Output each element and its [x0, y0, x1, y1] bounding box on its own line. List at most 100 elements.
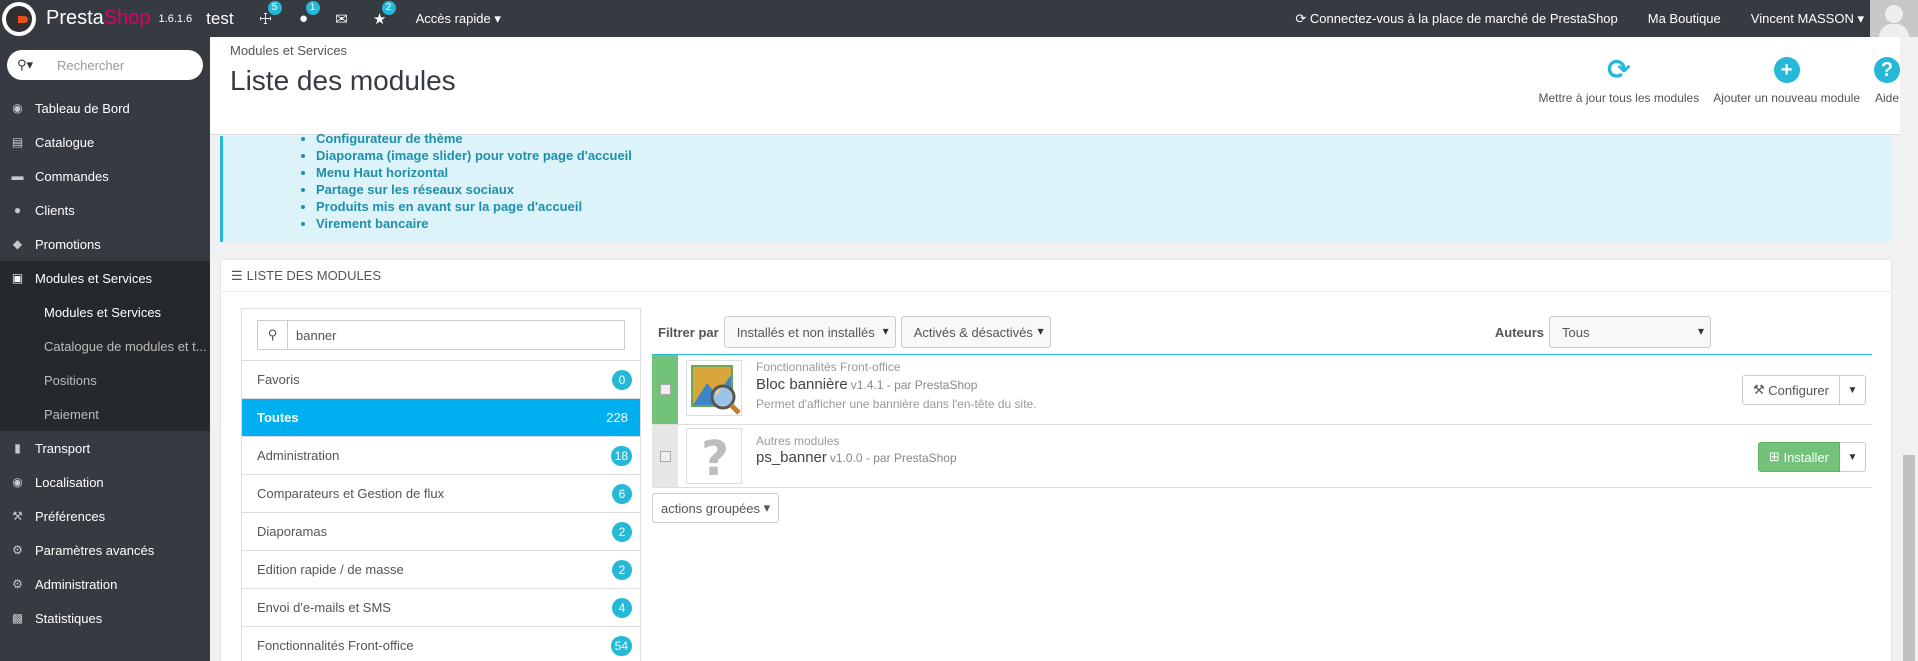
grouped-actions-button[interactable]: actions groupées ▾ — [652, 493, 780, 523]
submenu-item-catalog-modules[interactable]: Catalogue de modules et t... — [0, 329, 210, 363]
search-icon[interactable]: ⚲▾ — [17, 57, 43, 73]
count-badge: 6 — [612, 483, 632, 504]
module-description: Permet d'afficher une bannière dans l'en… — [756, 397, 1037, 411]
question-circle-icon: ? — [1874, 57, 1900, 83]
alert-module-link[interactable]: Diaporama (image slider) pour votre page… — [316, 147, 632, 164]
trophy-icon[interactable]: ★ 2 — [372, 0, 396, 28]
category-item[interactable]: Fonctionnalités Front-office 54 — [242, 627, 640, 661]
category-item[interactable]: Edition rapide / de masse 2 — [242, 551, 640, 589]
plus-circle-icon: + — [1773, 57, 1800, 83]
alert-module-link[interactable]: Menu Haut horizontal — [316, 164, 632, 181]
update-all-modules-button[interactable]: ⟳ Mettre à jour tous les modules — [1538, 56, 1699, 106]
sidebar-item-statistics[interactable]: ▩ Statistiques — [0, 601, 210, 635]
module-actions-dropdown[interactable]: ▼ — [1840, 375, 1866, 405]
module-search: ⚲ banner — [242, 309, 640, 361]
module-category: Autres modules — [756, 434, 840, 448]
list-icon: ☰ — [231, 267, 243, 283]
recommended-modules-list: Configurateur de thème Diaporama (image … — [316, 130, 632, 232]
envelope-icon[interactable]: ✉ — [334, 10, 350, 28]
submenu-item-positions[interactable]: Positions — [0, 363, 210, 397]
submenu-item-modules-services[interactable]: Modules et Services — [0, 295, 210, 329]
count-badge: 4 — [612, 597, 632, 618]
count-badge: 228 — [606, 409, 628, 425]
puzzle-icon: ▣ — [11, 271, 24, 285]
module-row: ? Autres modules ps_banner v1.0.0 - par P… — [652, 425, 1872, 488]
module-checkbox[interactable] — [659, 450, 671, 462]
sidebar-item-orders[interactable]: ▬ Commandes — [0, 159, 210, 193]
category-item[interactable]: Favoris 0 — [242, 361, 640, 399]
module-row: Fonctionnalités Front-office Bloc banniè… — [652, 355, 1872, 425]
sidebar-search[interactable]: ⚲▾ Rechercher — [7, 50, 203, 80]
shop-name-link[interactable]: test — [206, 9, 233, 29]
marketplace-link[interactable]: ⟳ Connectez-vous à la place de marché de… — [1295, 11, 1617, 27]
status-filter-select[interactable]: Activés & désactivés — [900, 316, 1051, 348]
authors-select[interactable]: Tous — [1549, 316, 1711, 348]
avatar[interactable] — [1870, 0, 1918, 37]
module-actions: ⚒ Configurer ▼ — [1742, 375, 1866, 405]
sidebar-item-customers[interactable]: ● Clients — [0, 193, 210, 227]
credit-card-icon: ▬ — [11, 169, 24, 183]
category-item[interactable]: Administration 18 — [242, 437, 640, 475]
search-icon: ⚲ — [258, 321, 288, 349]
module-search-box[interactable]: ⚲ banner — [257, 320, 625, 350]
customers-badge: 1 — [305, 1, 320, 15]
user-menu[interactable]: Vincent MASSON ▾ — [1751, 11, 1864, 27]
sidebar-item-localization[interactable]: ◉ Localisation — [0, 465, 210, 499]
alert-module-link[interactable]: Produits mis en avant sur la page d'accu… — [316, 198, 632, 215]
trophy-badge: 2 — [381, 0, 396, 15]
prestashop-logo[interactable] — [2, 1, 36, 36]
category-item[interactable]: Envoi d'e-mails et SMS 4 — [242, 589, 640, 627]
cart-icon[interactable]: ☩ 5 — [258, 0, 282, 28]
module-actions-dropdown[interactable]: ▼ — [1840, 442, 1866, 472]
sidebar-item-promotions[interactable]: ◆ Promotions — [0, 227, 210, 261]
plus-square-icon: ⊞ — [1768, 449, 1780, 464]
my-shop-link[interactable]: Ma Boutique — [1648, 11, 1721, 26]
search-input[interactable]: Rechercher — [57, 58, 124, 73]
module-version: v1.4.1 - par PrestaShop — [850, 378, 978, 392]
orders-badge: 5 — [267, 0, 282, 15]
category-item[interactable]: Toutes 228 — [242, 399, 640, 437]
module-search-input[interactable]: banner — [296, 328, 336, 343]
submenu-item-payment[interactable]: Paiement — [0, 397, 210, 431]
bar-chart-icon: ▩ — [11, 611, 24, 625]
sidebar-item-advanced-parameters[interactable]: ⚙ Paramètres avancés — [0, 533, 210, 567]
count-badge: 2 — [612, 559, 632, 580]
module-checkbox[interactable] — [659, 384, 671, 395]
sidebar-item-transport[interactable]: ▮ Transport — [0, 431, 210, 465]
sidebar-item-administration[interactable]: ⚙ Administration — [0, 567, 210, 601]
module-status-bar — [652, 355, 678, 424]
caret-down-icon: ▾ — [763, 500, 771, 515]
alert-module-link[interactable]: Virement bancaire — [316, 215, 632, 232]
brand-name: PrestaShop — [46, 7, 151, 29]
alert-module-link[interactable]: Configurateur de thème — [316, 130, 632, 147]
configure-button[interactable]: ⚒ Configurer — [1742, 375, 1840, 405]
module-logo — [686, 360, 742, 416]
install-button[interactable]: ⊞ Installer — [1757, 442, 1840, 472]
scrollbar-thumb[interactable] — [1903, 455, 1915, 661]
sidebar-item-dashboard[interactable]: ◉ Tableau de Bord — [0, 91, 210, 125]
breadcrumb[interactable]: Modules et Services — [230, 43, 347, 58]
authors-label: Auteurs — [1494, 324, 1544, 340]
module-status-bar — [652, 425, 678, 487]
quick-access-dropdown[interactable]: Accès rapide ▾ — [416, 11, 501, 27]
add-module-button[interactable]: + Ajouter un nouveau module — [1713, 57, 1860, 105]
top-bar: PrestaShop 1.6.1.6 test ☩ 5 ● 1 ✉ ★ 2 Accès… — [0, 0, 1918, 37]
sidebar-item-modules[interactable]: ▣ Modules et Services — [0, 261, 210, 295]
category-item[interactable]: Comparateurs et Gestion de flux 6 — [242, 475, 640, 513]
user-icon[interactable]: ● 1 — [296, 1, 320, 27]
filter-label: Filtrer par — [658, 324, 719, 340]
sidebar-item-catalog[interactable]: ▤ Catalogue — [0, 125, 210, 159]
install-filter-select[interactable]: Installés et non installés — [723, 316, 896, 348]
banner-module-icon — [691, 365, 741, 415]
help-button[interactable]: ? Aide — [1874, 57, 1900, 105]
alert-module-link[interactable]: Partage sur les réseaux sociaux — [316, 181, 632, 198]
cog-icon: ⚙ — [12, 577, 23, 591]
page-toolbar: ⟳ Mettre à jour tous les modules + Ajouter… — [1524, 56, 1900, 106]
sidebar-item-preferences[interactable]: ⚒ Préférences — [0, 499, 210, 533]
caret-down-icon: ▼ — [1847, 451, 1858, 463]
module-version: v1.0.0 - par PrestaShop — [829, 451, 957, 465]
wrench-icon: ⚒ — [1753, 382, 1765, 397]
module-category: Fonctionnalités Front-office — [756, 360, 901, 374]
category-item[interactable]: Diaporamas 2 — [242, 513, 640, 551]
module-name: Bloc bannière v1.4.1 - par PrestaShop — [756, 376, 978, 393]
